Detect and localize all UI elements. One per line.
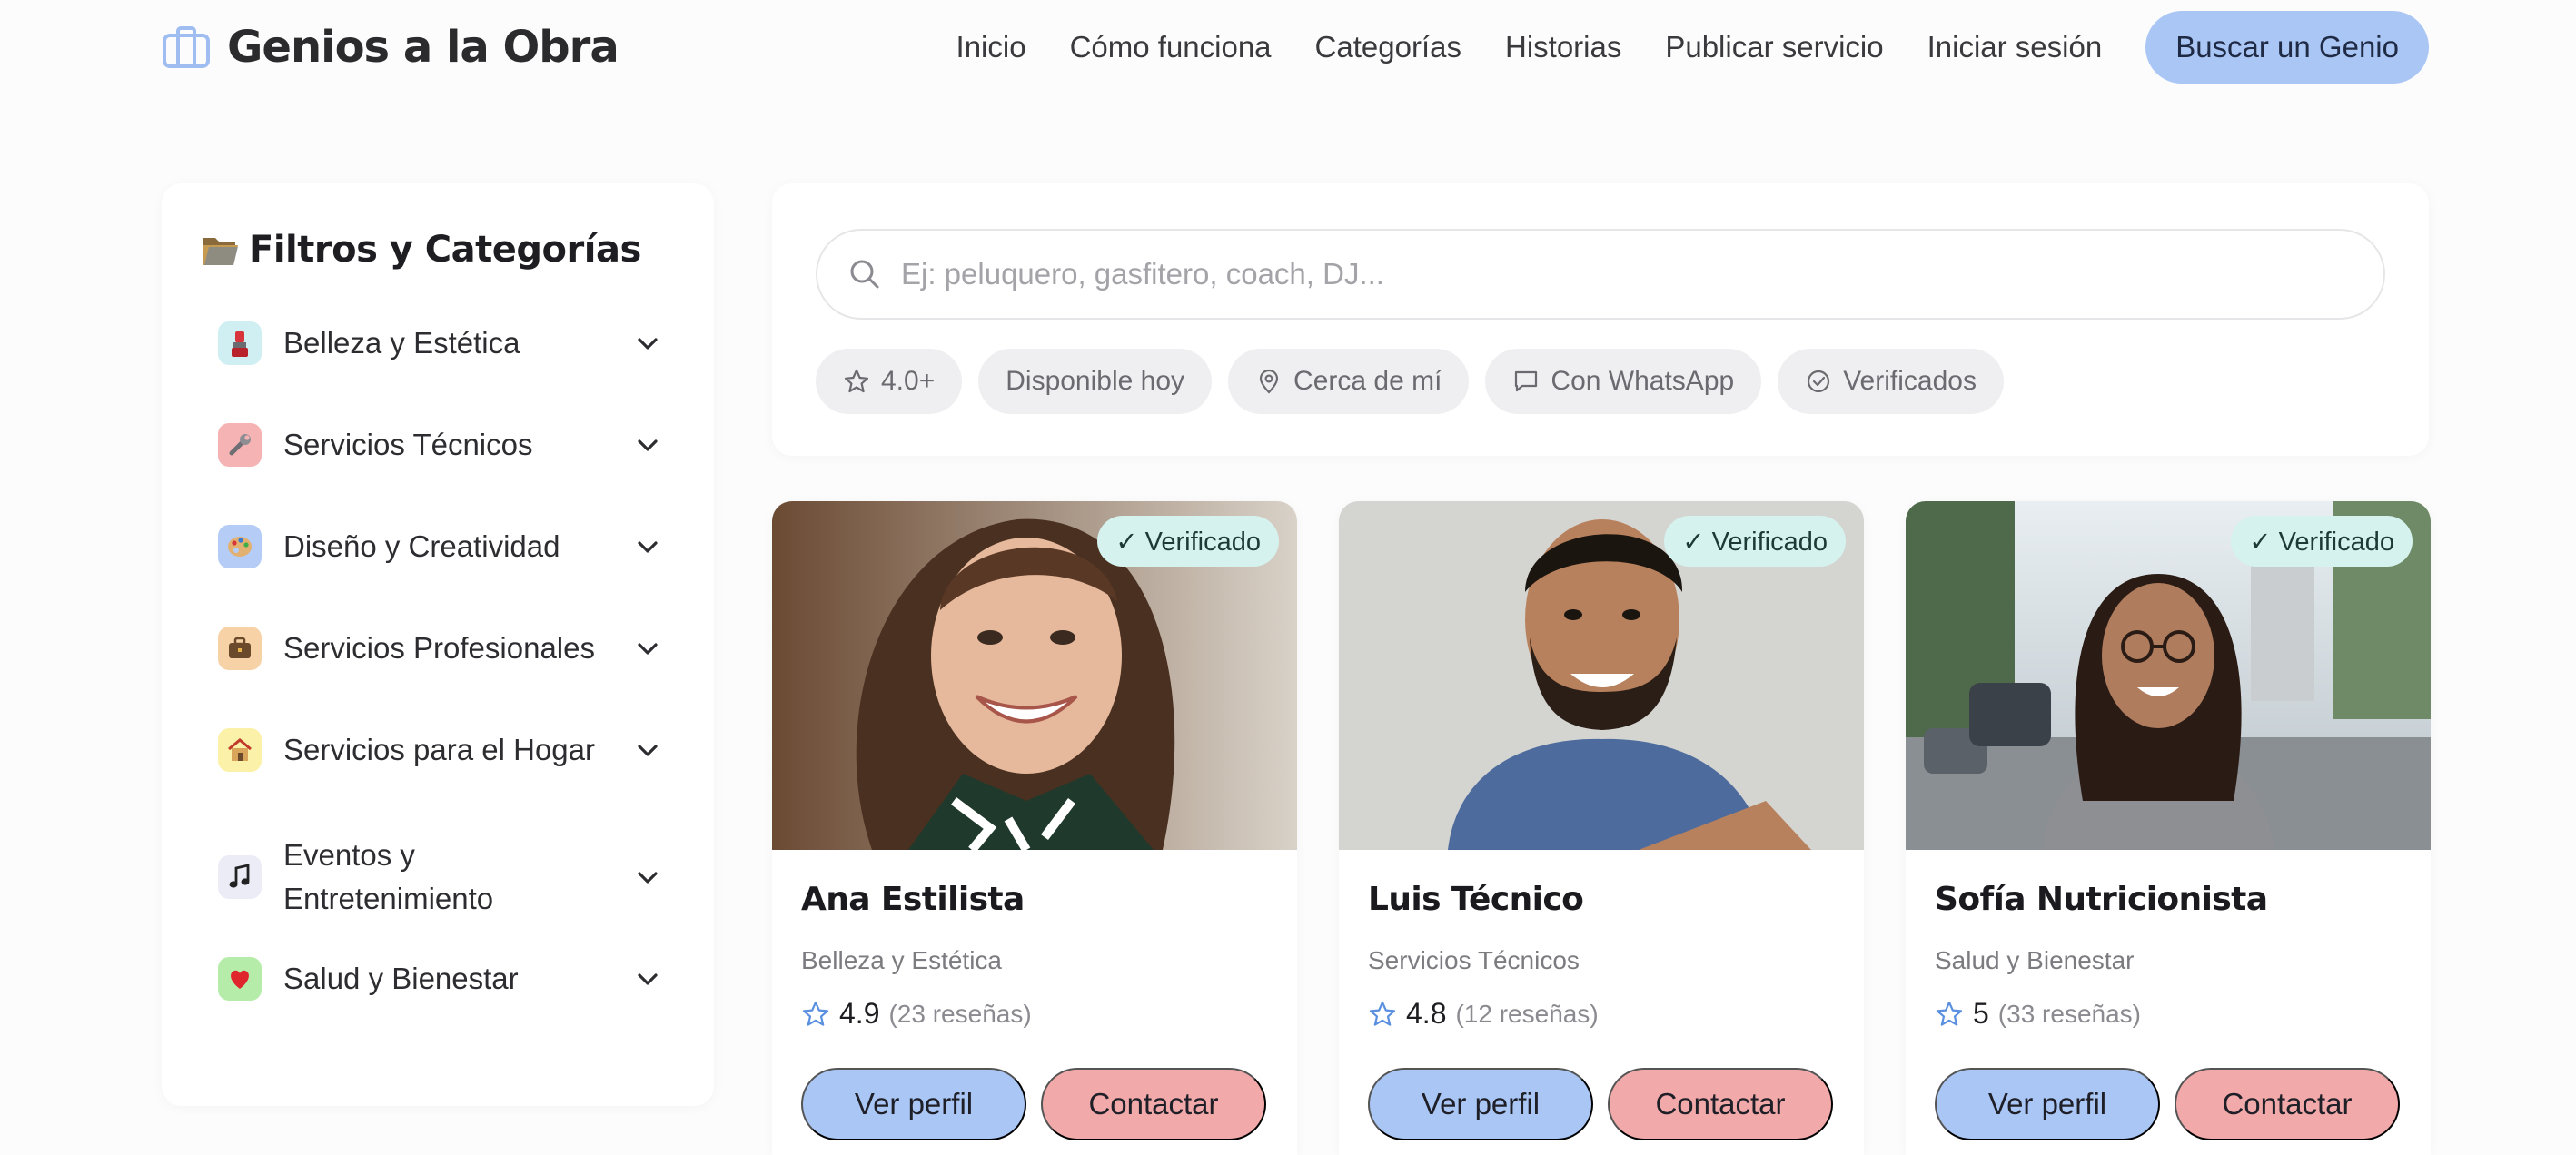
star-icon <box>844 369 869 393</box>
site-header: Genios a la Obra Inicio Cómo funciona Ca… <box>0 0 2576 94</box>
provider-card[interactable]: ✓ Verificado Ana Estilista Belleza y Est… <box>772 501 1297 1155</box>
sidebar-item-label: Servicios Técnicos <box>283 428 533 461</box>
filter-disponible-hoy[interactable]: Disponible hoy <box>978 349 1213 414</box>
search-input[interactable] <box>901 257 2354 291</box>
brand-logo[interactable]: Genios a la Obra <box>162 20 619 74</box>
sidebar-item-tecnicos[interactable]: Servicios Técnicos <box>218 423 663 467</box>
chevron-down-icon[interactable] <box>632 531 663 562</box>
chat-bubble-icon <box>1515 370 1538 392</box>
provider-name[interactable]: Sofía Nutricionista <box>1935 881 2268 918</box>
rating-value: 4.9 <box>839 997 880 1030</box>
review-count: (12 reseñas) <box>1455 999 1599 1028</box>
chevron-down-icon[interactable] <box>632 862 663 893</box>
open-folder-icon <box>203 238 238 265</box>
ver-perfil-button[interactable]: Ver perfil <box>1935 1068 2160 1140</box>
review-count: (33 reseñas) <box>1997 999 2141 1028</box>
chip-label: Con WhatsApp <box>1551 366 1735 396</box>
check-circle-icon <box>1808 370 1830 393</box>
sidebar-item-label: Belleza y Estética <box>283 326 520 360</box>
verified-badge: ✓ Verificado <box>1664 516 1846 567</box>
contactar-button[interactable]: Contactar <box>1608 1068 1833 1140</box>
filters-sidebar: Filtros y Categorías Belleza y Estética … <box>162 183 714 1106</box>
nav-como-funciona[interactable]: Cómo funciona <box>1070 30 1272 64</box>
palette-icon <box>218 525 262 568</box>
review-count: (23 reseñas) <box>888 999 1032 1028</box>
provider-name[interactable]: Luis Técnico <box>1368 881 1584 918</box>
chevron-down-icon[interactable] <box>632 735 663 765</box>
sidebar-heading: Filtros y Categorías <box>202 229 641 271</box>
sidebar-item-label: Salud y Bienestar <box>283 962 519 995</box>
search-panel: 4.0+ Disponible hoy Cerca de mí Con What… <box>772 183 2429 456</box>
main-nav: Inicio Cómo funciona Categorías Historia… <box>913 11 2429 84</box>
ver-perfil-button[interactable]: Ver perfil <box>801 1068 1026 1140</box>
contactar-button[interactable]: Contactar <box>1041 1068 1266 1140</box>
nav-historias[interactable]: Historias <box>1505 30 1621 64</box>
sidebar-item-diseno[interactable]: Diseño y Creatividad <box>218 525 663 568</box>
filter-chips: 4.0+ Disponible hoy Cerca de mí Con What… <box>816 349 2004 414</box>
chevron-down-icon[interactable] <box>632 328 663 359</box>
chip-label: Disponible hoy <box>1006 366 1185 396</box>
sidebar-item-profesionales[interactable]: Servicios Profesionales <box>218 627 663 670</box>
search-bar[interactable] <box>816 229 2385 320</box>
provider-card[interactable]: ✓ Verificado Luis Técnico Servicios Técn… <box>1339 501 1864 1155</box>
provider-rating: 5 (33 reseñas) <box>1935 997 2141 1031</box>
provider-category: Salud y Bienestar <box>1935 946 2135 974</box>
nav-inicio[interactable]: Inicio <box>956 30 1026 64</box>
briefcase-icon <box>218 627 262 670</box>
sidebar-item-eventos[interactable]: Eventos y Entretenimiento <box>218 834 663 921</box>
buscar-genio-button[interactable]: Buscar un Genio <box>2145 11 2429 84</box>
filter-cerca[interactable]: Cerca de mí <box>1228 349 1470 414</box>
sidebar-item-label: Servicios para el Hogar <box>283 733 595 766</box>
brand-name: Genios a la Obra <box>227 22 619 73</box>
contactar-button[interactable]: Contactar <box>2175 1068 2400 1140</box>
provider-name[interactable]: Ana Estilista <box>801 881 1025 918</box>
verified-badge: ✓ Verificado <box>2231 516 2413 567</box>
wrench-icon <box>218 423 262 467</box>
provider-card[interactable]: ✓ Verificado Sofía Nutricionista Salud y… <box>1906 501 2431 1155</box>
provider-rating: 4.8 (12 reseñas) <box>1368 997 1599 1031</box>
nav-iniciar-sesion[interactable]: Iniciar sesión <box>1927 30 2103 64</box>
provider-category: Belleza y Estética <box>801 946 1002 974</box>
sidebar-title: Filtros y Categorías <box>249 229 641 271</box>
music-note-icon <box>218 855 262 899</box>
chip-label: 4.0+ <box>881 366 936 396</box>
chevron-down-icon[interactable] <box>632 633 663 664</box>
location-pin-icon <box>1259 369 1279 394</box>
heart-icon <box>218 957 262 1001</box>
nav-publicar-servicio[interactable]: Publicar servicio <box>1665 30 1883 64</box>
filter-rating[interactable]: 4.0+ <box>816 349 963 414</box>
rating-value: 4.8 <box>1406 997 1447 1030</box>
sidebar-item-label: Diseño y Creatividad <box>283 529 560 563</box>
sidebar-item-label: Eventos y Entretenimiento <box>283 838 494 915</box>
house-icon <box>218 728 262 772</box>
sidebar-item-belleza[interactable]: Belleza y Estética <box>218 321 663 365</box>
star-icon <box>802 1001 829 1026</box>
chevron-down-icon[interactable] <box>632 963 663 994</box>
chip-label: Verificados <box>1843 366 1977 396</box>
filter-whatsapp[interactable]: Con WhatsApp <box>1485 349 1762 414</box>
lipstick-icon <box>218 321 262 365</box>
chevron-down-icon[interactable] <box>632 429 663 460</box>
sidebar-item-hogar[interactable]: Servicios para el Hogar <box>218 728 663 772</box>
sidebar-item-label: Servicios Profesionales <box>283 631 595 665</box>
chip-label: Cerca de mí <box>1293 366 1442 396</box>
search-icon <box>850 260 879 289</box>
rating-value: 5 <box>1973 997 1989 1030</box>
nav-categorias[interactable]: Categorías <box>1315 30 1461 64</box>
ver-perfil-button[interactable]: Ver perfil <box>1368 1068 1593 1140</box>
provider-category: Servicios Técnicos <box>1368 946 1580 974</box>
star-icon <box>1936 1001 1963 1026</box>
filter-verificados[interactable]: Verificados <box>1778 349 2004 414</box>
briefcase-logo-icon <box>163 26 210 68</box>
verified-badge: ✓ Verificado <box>1097 516 1279 567</box>
sidebar-item-salud[interactable]: Salud y Bienestar <box>218 957 663 1001</box>
star-icon <box>1369 1001 1396 1026</box>
provider-rating: 4.9 (23 reseñas) <box>801 997 1032 1031</box>
